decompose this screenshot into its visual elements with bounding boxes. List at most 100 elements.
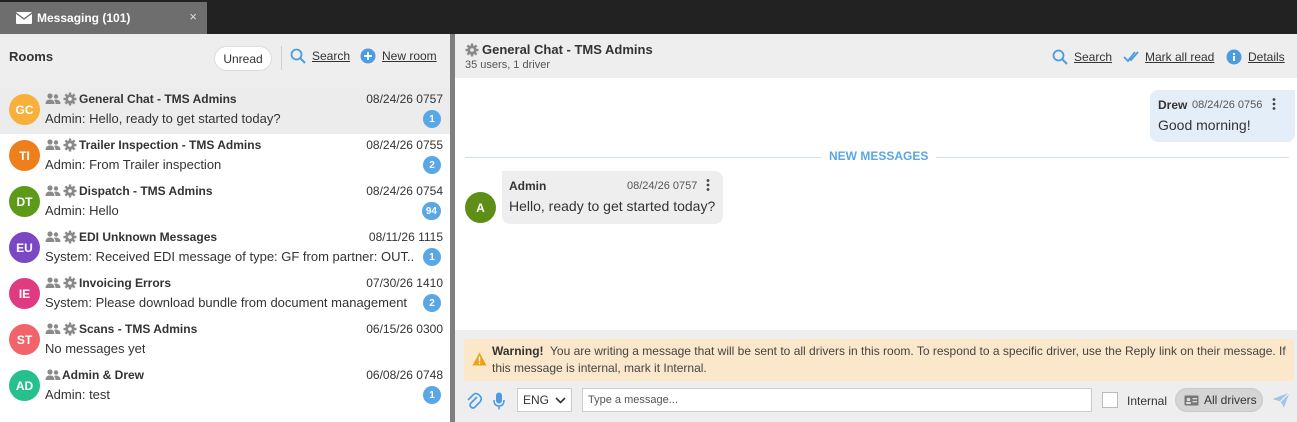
room-item[interactable]: DT Dispatch - TMS Admins 08/24/26 0754 Admi…: [0, 180, 450, 226]
room-type-icons: [45, 138, 77, 152]
avatar: TI: [9, 140, 40, 171]
room-item[interactable]: ST Scans - TMS Admins 06/15/26 0300 No mess…: [0, 318, 450, 364]
users-icon: [45, 323, 61, 334]
warning-text: You are writing a message that will be s…: [492, 344, 1286, 375]
kebab-menu-icon[interactable]: [706, 179, 710, 191]
rooms-search-button[interactable]: Search: [290, 48, 350, 64]
room-time: 08/24/26 0754: [366, 184, 443, 198]
details-button[interactable]: Details: [1226, 49, 1285, 65]
message-sender: Admin: [509, 179, 547, 193]
room-name: Trailer Inspection - TMS Admins: [79, 138, 262, 152]
envelope-icon: [16, 12, 32, 24]
compose-row: ENG Internal All drivers: [455, 388, 1297, 414]
room-name: Scans - TMS Admins: [79, 322, 198, 336]
room-type-icons: [45, 184, 77, 198]
users-icon: [45, 231, 61, 242]
tab-title: Messaging (101): [37, 11, 131, 25]
room-item[interactable]: EU EDI Unknown Messages 08/11/26 1115 Syste…: [0, 226, 450, 272]
avatar: GC: [9, 94, 40, 125]
internal-checkbox[interactable]: [1102, 392, 1118, 408]
all-drivers-label: All drivers: [1204, 393, 1257, 407]
paperclip-icon[interactable]: [466, 392, 482, 410]
room-time: 08/24/26 0757: [366, 92, 443, 106]
close-icon[interactable]: ×: [189, 9, 197, 24]
message-text: Good morning!: [1158, 117, 1251, 133]
users-icon: [45, 369, 61, 380]
double-check-icon: [1123, 51, 1139, 63]
room-time: 08/24/26 0755: [366, 138, 443, 152]
avatar: DT: [9, 186, 40, 217]
avatar: EU: [9, 232, 40, 263]
gear-icon: [63, 276, 77, 290]
room-type-icons: [45, 322, 77, 336]
unread-count-badge: 2: [423, 294, 441, 312]
room-time: 08/11/26 1115: [368, 230, 443, 244]
tab-messaging[interactable]: Messaging (101) ×: [0, 2, 207, 34]
rooms-panel: Rooms Unread Search New room GC General C…: [0, 34, 450, 422]
room-type-icons: [45, 368, 61, 382]
room-preview: No messages yet: [45, 341, 146, 356]
unread-count-badge: 1: [423, 110, 441, 128]
microphone-icon[interactable]: [493, 392, 505, 410]
room-preview: Admin: test: [45, 387, 111, 402]
room-name: General Chat - TMS Admins: [79, 92, 237, 106]
send-icon[interactable]: [1272, 392, 1290, 408]
room-name: Admin & Drew: [62, 368, 145, 382]
details-label: Details: [1248, 50, 1285, 64]
room-item[interactable]: IE Invoicing Errors 07/30/26 1410 System: P…: [0, 272, 450, 318]
room-preview: System: Received EDI message of type: GF…: [45, 249, 413, 264]
new-messages-label: NEW MESSAGES: [821, 149, 937, 163]
avatar: AD: [9, 370, 40, 401]
users-icon: [45, 185, 61, 196]
gear-icon: [63, 184, 77, 198]
gear-icon: [63, 138, 77, 152]
mark-all-read-button[interactable]: Mark all read: [1123, 49, 1214, 65]
mark-all-read-label: Mark all read: [1145, 50, 1215, 64]
room-preview: Admin: Hello: [45, 203, 119, 218]
gear-icon: [465, 43, 479, 56]
id-card-icon: [1184, 395, 1199, 405]
message-sender: Drew: [1158, 98, 1188, 112]
chat-search-label: Search: [1074, 50, 1113, 64]
room-type-icons: [45, 230, 77, 244]
avatar: ST: [9, 324, 40, 355]
all-drivers-button[interactable]: All drivers: [1175, 388, 1263, 412]
message-text: Hello, ready to get started today?: [509, 198, 716, 214]
info-icon: [1226, 49, 1242, 65]
unread-count-badge: 1: [423, 386, 441, 404]
room-preview: System: Please download bundle from docu…: [45, 295, 408, 310]
rooms-search-label: Search: [312, 49, 351, 63]
unread-button[interactable]: Unread: [214, 46, 272, 71]
add-circle-icon: [360, 48, 376, 64]
message-time: 08/24/26 0757: [627, 180, 698, 192]
message-outgoing[interactable]: Drew 08/24/26 0756 Good morning!: [1150, 90, 1295, 142]
avatar: IE: [9, 278, 40, 309]
language-select[interactable]: ENG: [517, 388, 572, 412]
rooms-title: Rooms: [9, 49, 54, 64]
room-item[interactable]: GC General Chat - TMS Admins 08/24/26 0757…: [0, 88, 450, 134]
chat-header: General Chat - TMS Admins 35 users, 1 dr…: [455, 34, 1297, 78]
message-input[interactable]: [582, 388, 1092, 412]
gear-icon: [63, 230, 77, 244]
compose-area: Warning! You are writing a message that …: [455, 330, 1297, 422]
message-time: 08/24/26 0756: [1192, 99, 1263, 111]
room-item[interactable]: AD Admin & Drew 06/08/26 0748 Admin: test 1: [0, 364, 450, 410]
room-type-icons: [45, 276, 77, 290]
room-time: 07/30/26 1410: [366, 276, 443, 290]
message-incoming[interactable]: Admin 08/24/26 0757 Hello, ready to get …: [502, 171, 723, 224]
rooms-header: Rooms Unread Search New room: [0, 34, 450, 88]
kebab-menu-icon[interactable]: [1272, 98, 1276, 110]
room-preview: Admin: From Trailer inspection: [45, 157, 222, 172]
room-name: Invoicing Errors: [79, 276, 172, 290]
new-room-label: New room: [382, 49, 437, 63]
room-item[interactable]: TI Trailer Inspection - TMS Admins 08/24/2…: [0, 134, 450, 180]
users-icon: [45, 277, 61, 288]
avatar: A: [465, 192, 496, 223]
new-room-button[interactable]: New room: [360, 48, 437, 64]
search-icon: [290, 48, 306, 64]
gear-icon: [63, 92, 77, 106]
internal-label: Internal: [1127, 394, 1168, 408]
chat-title-text: General Chat - TMS Admins: [482, 42, 653, 57]
chat-search-button[interactable]: Search: [1052, 49, 1112, 65]
chevron-down-icon: [555, 397, 566, 404]
